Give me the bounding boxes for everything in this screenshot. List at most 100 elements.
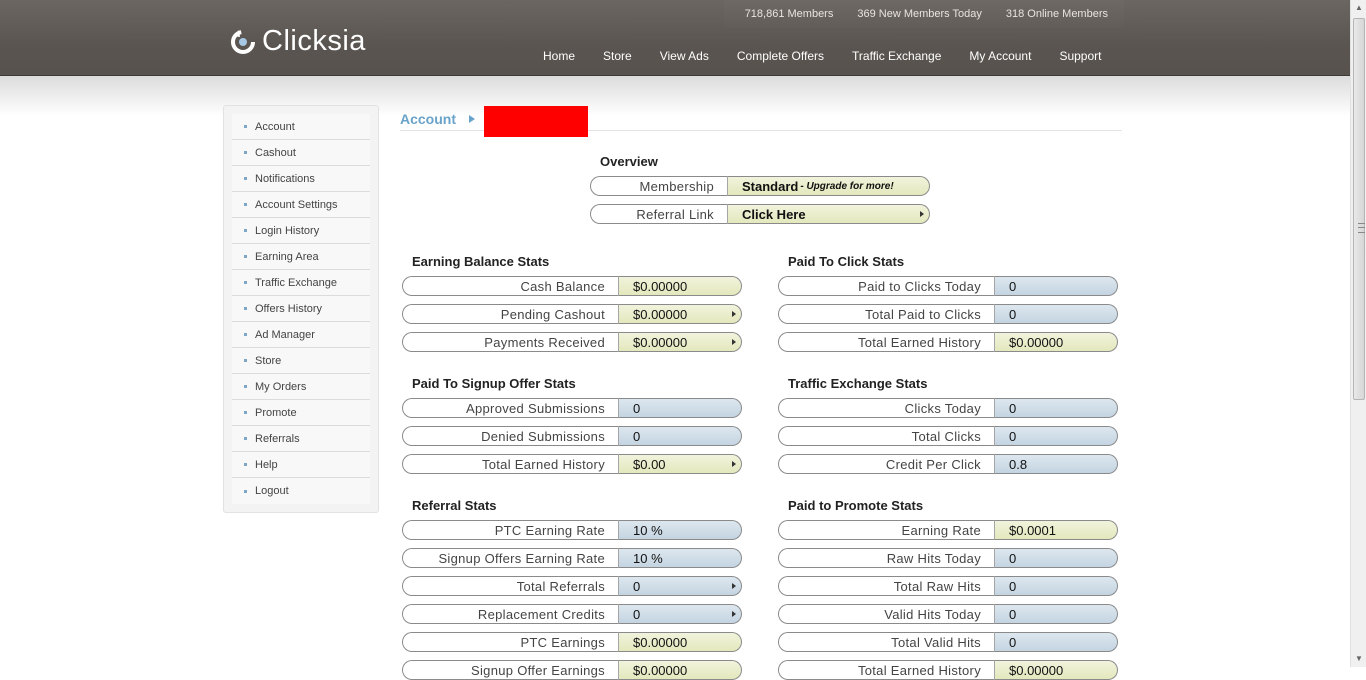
total-valid-hits-label: Total Valid Hits: [778, 632, 994, 652]
nav-view-ads[interactable]: View Ads: [646, 49, 723, 65]
credit-per-click-label: Credit Per Click: [778, 454, 994, 474]
account-sidebar: Account Cashout Notifications Account Se…: [223, 105, 379, 513]
nav-store[interactable]: Store: [589, 49, 646, 65]
nav-home[interactable]: Home: [529, 49, 589, 65]
raw-hits-today-value: 0: [994, 548, 1118, 568]
sidebar-item-my-orders[interactable]: My Orders: [232, 374, 370, 400]
sidebar-item-label: My Orders: [255, 380, 307, 393]
breadcrumb: Account: [400, 106, 1122, 137]
site-logo[interactable]: Clicksia: [228, 24, 366, 58]
stat-row: Pending Cashout $0.00000: [402, 304, 742, 324]
promote-stats-title: Paid to Promote Stats: [788, 498, 924, 513]
clicksia-logo-icon: [231, 30, 255, 54]
stat-row: Valid Hits Today 0: [778, 604, 1118, 624]
bullet-icon: [244, 359, 247, 362]
nav-complete-offers[interactable]: Complete Offers: [723, 49, 838, 65]
stat-row: Signup Offer Earnings $0.00000: [402, 660, 742, 680]
stat-row: Payments Received $0.00000: [402, 332, 742, 352]
approved-submissions-label: Approved Submissions: [402, 398, 618, 418]
sidebar-item-store[interactable]: Store: [232, 348, 370, 374]
stat-value-text: $0.00000: [633, 334, 688, 350]
nav-traffic-exchange[interactable]: Traffic Exchange: [838, 49, 955, 65]
promote-earned-value: $0.00000: [994, 660, 1118, 680]
stat-row: Approved Submissions 0: [402, 398, 742, 418]
vertical-scrollbar[interactable]: ▲ ▼: [1350, 0, 1366, 667]
new-members-stat: 369 New Members Today: [857, 8, 982, 20]
promote-rate-label: Earning Rate: [778, 520, 994, 540]
membership-row: Membership Standard - Upgrade for more!: [590, 176, 930, 196]
referral-link-button[interactable]: Click Here: [727, 204, 930, 224]
total-valid-hits-value: 0: [994, 632, 1118, 652]
caret-right-icon: [732, 461, 736, 467]
member-stats-bar: 718,861 Members 369 New Members Today 31…: [724, 0, 1124, 28]
payments-received-value[interactable]: $0.00000: [618, 332, 742, 352]
breadcrumb-account-link[interactable]: Account: [400, 111, 456, 127]
sidebar-item-label: Cashout: [255, 146, 296, 159]
pending-cashout-label: Pending Cashout: [402, 304, 618, 324]
stat-row: Paid to Clicks Today 0: [778, 276, 1118, 296]
sidebar-item-label: Store: [255, 354, 282, 367]
sidebar-item-promote[interactable]: Promote: [232, 400, 370, 426]
bullet-icon: [244, 125, 247, 128]
te-stats-title: Traffic Exchange Stats: [788, 376, 928, 391]
te-clicks-today-value: 0: [994, 398, 1118, 418]
sidebar-item-referrals[interactable]: Referrals: [232, 426, 370, 452]
bullet-icon: [244, 385, 247, 388]
sidebar-item-account-settings[interactable]: Account Settings: [232, 192, 370, 218]
payments-received-label: Payments Received: [402, 332, 618, 352]
ptc-earnings-value: $0.00000: [618, 632, 742, 652]
membership-value[interactable]: Standard - Upgrade for more!: [727, 176, 930, 196]
scrollbar-thumb[interactable]: [1353, 18, 1365, 400]
pending-cashout-value[interactable]: $0.00000: [618, 304, 742, 324]
sidebar-item-login-history[interactable]: Login History: [232, 218, 370, 244]
replacement-credits-value[interactable]: 0: [618, 604, 742, 624]
ptc-rate-value: 10 %: [618, 520, 742, 540]
sidebar-item-traffic-exchange[interactable]: Traffic Exchange: [232, 270, 370, 296]
sidebar-item-label: Traffic Exchange: [255, 276, 337, 289]
stat-row: Total Referrals 0: [402, 576, 742, 596]
stat-row: Total Earned History $0.00: [402, 454, 742, 474]
stat-row: PTC Earning Rate 10 %: [402, 520, 742, 540]
scroll-down-icon[interactable]: ▼: [1351, 651, 1366, 667]
sidebar-item-logout[interactable]: Logout: [232, 478, 370, 504]
sidebar-item-cashout[interactable]: Cashout: [232, 140, 370, 166]
total-referrals-label: Total Referrals: [402, 576, 618, 596]
site-header: 718,861 Members 369 New Members Today 31…: [0, 0, 1350, 76]
sidebar-item-help[interactable]: Help: [232, 452, 370, 478]
ptc-earnings-label: PTC Earnings: [402, 632, 618, 652]
total-referrals-value[interactable]: 0: [618, 576, 742, 596]
ptc-today-label: Paid to Clicks Today: [778, 276, 994, 296]
redacted-username: [484, 106, 588, 137]
breadcrumb-arrow-icon: [469, 115, 475, 123]
nav-support[interactable]: Support: [1045, 49, 1115, 65]
total-members-stat: 718,861 Members: [744, 8, 834, 20]
denied-submissions-label: Denied Submissions: [402, 426, 618, 446]
caret-right-icon: [732, 339, 736, 345]
stat-row: Total Earned History $0.00000: [778, 332, 1118, 352]
ptc-rate-label: PTC Earning Rate: [402, 520, 618, 540]
bullet-icon: [244, 151, 247, 154]
sidebar-item-earning-area[interactable]: Earning Area: [232, 244, 370, 270]
sidebar-item-label: Offers History: [255, 302, 323, 315]
referral-link-text: Click Here: [742, 206, 806, 222]
sidebar-item-notifications[interactable]: Notifications: [232, 166, 370, 192]
ptc-earned-label: Total Earned History: [778, 332, 994, 352]
scroll-up-icon[interactable]: ▲: [1351, 0, 1366, 16]
bullet-icon: [244, 281, 247, 284]
upgrade-note[interactable]: - Upgrade for more!: [800, 181, 893, 192]
sidebar-item-account[interactable]: Account: [232, 114, 370, 140]
valid-hits-today-label: Valid Hits Today: [778, 604, 994, 624]
stat-row: Credit Per Click 0.8: [778, 454, 1118, 474]
sidebar-item-label: Account Settings: [255, 198, 338, 211]
sidebar-item-ad-manager[interactable]: Ad Manager: [232, 322, 370, 348]
sidebar-item-offers-history[interactable]: Offers History: [232, 296, 370, 322]
nav-my-account[interactable]: My Account: [955, 49, 1045, 65]
signup-rate-label: Signup Offers Earning Rate: [402, 548, 618, 568]
total-ptc-value: 0: [994, 304, 1118, 324]
sidebar-item-label: Account: [255, 120, 295, 133]
sidebar-item-label: Referrals: [255, 432, 300, 445]
membership-label: Membership: [590, 176, 727, 196]
sidebar-item-label: Promote: [255, 406, 297, 419]
stat-row: PTC Earnings $0.00000: [402, 632, 742, 652]
signup-earned-value[interactable]: $0.00: [618, 454, 742, 474]
